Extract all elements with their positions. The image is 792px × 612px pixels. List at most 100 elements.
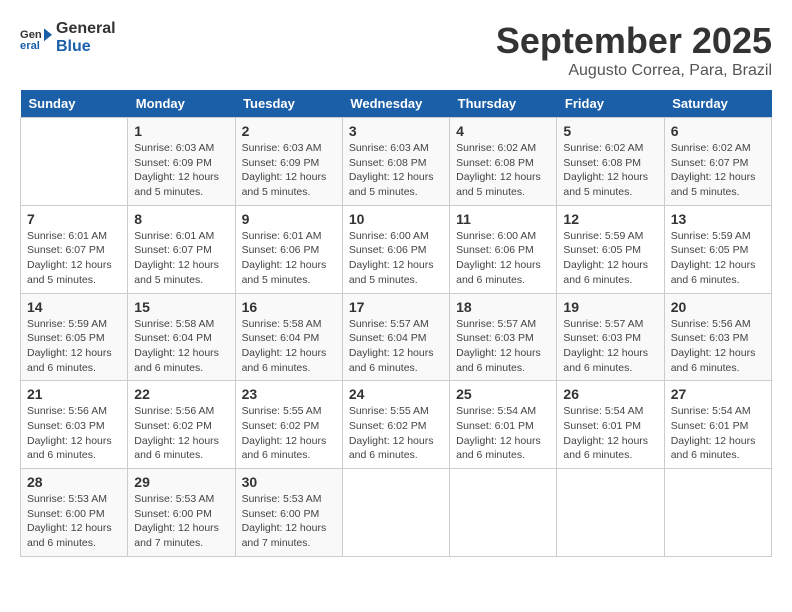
day-info: Sunrise: 5:57 AM Sunset: 6:03 PM Dayligh… (456, 317, 550, 376)
day-info: Sunrise: 6:01 AM Sunset: 6:06 PM Dayligh… (242, 229, 336, 288)
day-number: 13 (671, 211, 765, 227)
calendar-day-cell: 11Sunrise: 6:00 AM Sunset: 6:06 PM Dayli… (450, 205, 557, 293)
day-number: 12 (563, 211, 657, 227)
logo: Gen eral General Blue (20, 20, 116, 56)
day-info: Sunrise: 5:58 AM Sunset: 6:04 PM Dayligh… (134, 317, 228, 376)
day-info: Sunrise: 5:54 AM Sunset: 6:01 PM Dayligh… (671, 404, 765, 463)
month-title: September 2025 (496, 20, 772, 62)
day-number: 27 (671, 386, 765, 402)
day-info: Sunrise: 5:53 AM Sunset: 6:00 PM Dayligh… (242, 492, 336, 551)
day-info: Sunrise: 5:54 AM Sunset: 6:01 PM Dayligh… (563, 404, 657, 463)
day-info: Sunrise: 5:59 AM Sunset: 6:05 PM Dayligh… (27, 317, 121, 376)
calendar-week-row: 21 Sunrise: 5:56 AM Sunset: 6:03 PM Dayli… (21, 381, 772, 469)
logo-line1: General (56, 20, 116, 38)
calendar-week-row: 14 Sunrise: 5:59 AM Sunset: 6:05 PM Dayli… (21, 293, 772, 381)
calendar-day-cell: 10 Sunrise: 6:00 AM Sunset: 6:06 PM Dayli… (342, 205, 449, 293)
day-info: Sunrise: 5:59 AM Sunset: 6:05 PM Dayligh… (563, 229, 657, 288)
day-number: 9 (242, 211, 336, 227)
calendar-day-cell: 25 Sunrise: 5:54 AM Sunset: 6:01 PM Dayli… (450, 381, 557, 469)
calendar-day-cell (342, 469, 449, 557)
calendar-day-cell (557, 469, 664, 557)
day-info: Sunrise: 6:02 AM Sunset: 6:08 PM Dayligh… (563, 141, 657, 200)
calendar-day-cell: 17 Sunrise: 5:57 AM Sunset: 6:04 PM Dayli… (342, 293, 449, 381)
day-info: Sunrise: 6:02 AM Sunset: 6:07 PM Dayligh… (671, 141, 765, 200)
day-info: Sunrise: 6:00 AM Sunset: 6:06 PM Dayligh… (349, 229, 443, 288)
calendar-day-cell: 7 Sunrise: 6:01 AM Sunset: 6:07 PM Daylig… (21, 205, 128, 293)
weekday-header-thursday: Thursday (450, 90, 557, 118)
logo-icon: Gen eral (20, 22, 52, 54)
day-info: Sunrise: 5:56 AM Sunset: 6:03 PM Dayligh… (671, 317, 765, 376)
day-info: Sunrise: 6:03 AM Sunset: 6:09 PM Dayligh… (134, 141, 228, 200)
day-number: 18 (456, 299, 550, 315)
logo-line2: Blue (56, 38, 116, 56)
day-number: 5 (563, 123, 657, 139)
calendar-week-row: 28 Sunrise: 5:53 AM Sunset: 6:00 PM Dayli… (21, 469, 772, 557)
day-info: Sunrise: 6:02 AM Sunset: 6:08 PM Dayligh… (456, 141, 550, 200)
calendar-day-cell: 4Sunrise: 6:02 AM Sunset: 6:08 PM Daylig… (450, 118, 557, 206)
day-number: 23 (242, 386, 336, 402)
calendar-week-row: 1Sunrise: 6:03 AM Sunset: 6:09 PM Daylig… (21, 118, 772, 206)
calendar-day-cell: 15 Sunrise: 5:58 AM Sunset: 6:04 PM Dayli… (128, 293, 235, 381)
calendar-day-cell: 18 Sunrise: 5:57 AM Sunset: 6:03 PM Dayli… (450, 293, 557, 381)
calendar-day-cell: 19Sunrise: 5:57 AM Sunset: 6:03 PM Dayli… (557, 293, 664, 381)
title-block: September 2025 Augusto Correa, Para, Bra… (496, 20, 772, 80)
day-number: 15 (134, 299, 228, 315)
day-number: 8 (134, 211, 228, 227)
day-number: 6 (671, 123, 765, 139)
calendar-day-cell: 29 Sunrise: 5:53 AM Sunset: 6:00 PM Dayli… (128, 469, 235, 557)
calendar-day-cell: 23 Sunrise: 5:55 AM Sunset: 6:02 PM Dayli… (235, 381, 342, 469)
day-info: Sunrise: 5:54 AM Sunset: 6:01 PM Dayligh… (456, 404, 550, 463)
day-info: Sunrise: 5:53 AM Sunset: 6:00 PM Dayligh… (27, 492, 121, 551)
day-number: 29 (134, 474, 228, 490)
weekday-header-saturday: Saturday (664, 90, 771, 118)
calendar-day-cell: 22 Sunrise: 5:56 AM Sunset: 6:02 PM Dayli… (128, 381, 235, 469)
day-number: 7 (27, 211, 121, 227)
day-number: 26 (563, 386, 657, 402)
day-number: 30 (242, 474, 336, 490)
day-info: Sunrise: 6:03 AM Sunset: 6:09 PM Dayligh… (242, 141, 336, 200)
calendar-day-cell: 2 Sunrise: 6:03 AM Sunset: 6:09 PM Daylig… (235, 118, 342, 206)
weekday-header-tuesday: Tuesday (235, 90, 342, 118)
day-number: 16 (242, 299, 336, 315)
calendar-day-cell: 5 Sunrise: 6:02 AM Sunset: 6:08 PM Daylig… (557, 118, 664, 206)
weekday-header-row: SundayMondayTuesdayWednesdayThursdayFrid… (21, 90, 772, 118)
day-number: 2 (242, 123, 336, 139)
calendar-day-cell: 30 Sunrise: 5:53 AM Sunset: 6:00 PM Dayli… (235, 469, 342, 557)
day-info: Sunrise: 6:03 AM Sunset: 6:08 PM Dayligh… (349, 141, 443, 200)
calendar-day-cell: 3Sunrise: 6:03 AM Sunset: 6:08 PM Daylig… (342, 118, 449, 206)
day-number: 11 (456, 211, 550, 227)
weekday-header-monday: Monday (128, 90, 235, 118)
day-number: 28 (27, 474, 121, 490)
day-info: Sunrise: 5:56 AM Sunset: 6:02 PM Dayligh… (134, 404, 228, 463)
calendar-day-cell (21, 118, 128, 206)
calendar-day-cell (664, 469, 771, 557)
calendar-day-cell: 28 Sunrise: 5:53 AM Sunset: 6:00 PM Dayli… (21, 469, 128, 557)
day-info: Sunrise: 6:01 AM Sunset: 6:07 PM Dayligh… (134, 229, 228, 288)
day-info: Sunrise: 5:55 AM Sunset: 6:02 PM Dayligh… (242, 404, 336, 463)
day-number: 24 (349, 386, 443, 402)
day-number: 10 (349, 211, 443, 227)
calendar-day-cell (450, 469, 557, 557)
day-info: Sunrise: 5:59 AM Sunset: 6:05 PM Dayligh… (671, 229, 765, 288)
calendar-day-cell: 1Sunrise: 6:03 AM Sunset: 6:09 PM Daylig… (128, 118, 235, 206)
day-info: Sunrise: 5:58 AM Sunset: 6:04 PM Dayligh… (242, 317, 336, 376)
day-number: 14 (27, 299, 121, 315)
svg-text:eral: eral (20, 40, 40, 52)
day-number: 22 (134, 386, 228, 402)
day-number: 17 (349, 299, 443, 315)
page-header: Gen eral General Blue September 2025 Aug… (20, 20, 772, 80)
day-number: 25 (456, 386, 550, 402)
calendar-day-cell: 6 Sunrise: 6:02 AM Sunset: 6:07 PM Daylig… (664, 118, 771, 206)
day-info: Sunrise: 5:53 AM Sunset: 6:00 PM Dayligh… (134, 492, 228, 551)
calendar-week-row: 7 Sunrise: 6:01 AM Sunset: 6:07 PM Daylig… (21, 205, 772, 293)
calendar-day-cell: 26 Sunrise: 5:54 AM Sunset: 6:01 PM Dayli… (557, 381, 664, 469)
calendar-day-cell: 20Sunrise: 5:56 AM Sunset: 6:03 PM Dayli… (664, 293, 771, 381)
day-info: Sunrise: 5:57 AM Sunset: 6:04 PM Dayligh… (349, 317, 443, 376)
weekday-header-sunday: Sunday (21, 90, 128, 118)
calendar-day-cell: 24Sunrise: 5:55 AM Sunset: 6:02 PM Dayli… (342, 381, 449, 469)
day-info: Sunrise: 5:56 AM Sunset: 6:03 PM Dayligh… (27, 404, 121, 463)
weekday-header-wednesday: Wednesday (342, 90, 449, 118)
day-number: 21 (27, 386, 121, 402)
svg-text:Gen: Gen (20, 29, 42, 41)
day-info: Sunrise: 6:01 AM Sunset: 6:07 PM Dayligh… (27, 229, 121, 288)
